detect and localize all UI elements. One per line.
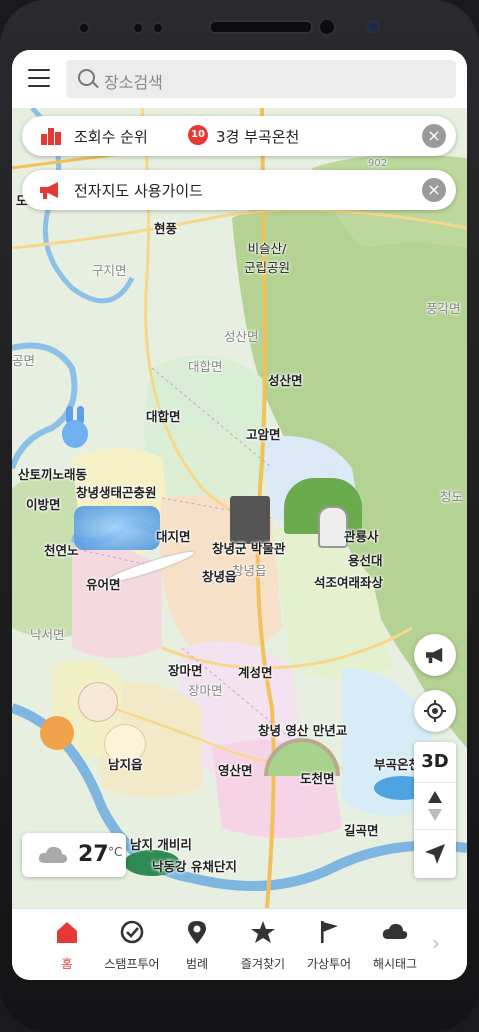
place-label: 창녕읍	[202, 569, 237, 584]
close-icon[interactable]: ×	[422, 124, 446, 148]
insect-museum-illustration[interactable]	[74, 506, 160, 550]
guide-label: 전자지도 사용가이드	[74, 182, 203, 200]
view-ranking-banner[interactable]: 조회수 순위 10 3경 부곡온천 ×	[22, 116, 456, 156]
place-label: 공면	[12, 353, 36, 368]
rabbit-illustration[interactable]	[60, 406, 90, 450]
place-label: 도천면	[300, 771, 335, 786]
front-sensor	[366, 20, 380, 34]
pin-icon	[188, 921, 206, 944]
hamburger-menu-icon[interactable]	[28, 69, 50, 87]
navigation-arrow-icon	[425, 844, 445, 864]
weather-widget[interactable]: 27 °C	[22, 833, 126, 877]
place-label: 대합면	[146, 409, 181, 424]
building-chart-icon	[41, 128, 61, 145]
nav-virtual-tour[interactable]: 가상투어	[296, 919, 362, 975]
place-label: 청도	[440, 489, 464, 504]
ranking-place: 3경 부곡온천	[216, 128, 300, 146]
nav-label: 범례	[185, 957, 209, 971]
place-label: 산토끼노래동	[18, 467, 88, 482]
nav-legend[interactable]: 범례	[164, 919, 230, 975]
place-label: 장마면	[188, 683, 223, 698]
megaphone-icon	[426, 647, 443, 664]
phone-frame: 902 도 현풍 구지면 비슬산/ 군립공원 풍각면 성산면 대합면 성산면 공…	[0, 0, 479, 1032]
onion-character-illustration[interactable]	[40, 716, 74, 750]
app-header: 장소검색	[12, 50, 467, 108]
nav-label: 가상투어	[306, 957, 352, 971]
place-label: 길곡면	[344, 823, 379, 838]
cloud-icon	[382, 923, 408, 939]
place-label: 성산면	[268, 373, 303, 388]
compass-button[interactable]	[414, 830, 456, 878]
nav-label: 홈	[61, 957, 73, 971]
place-label: 풍각면	[426, 301, 461, 316]
museum-building-illustration[interactable]	[230, 496, 270, 544]
nav-label: 해시태그	[372, 957, 418, 971]
place-label: 창녕읍	[232, 563, 267, 578]
ranking-label: 조회수 순위	[74, 128, 148, 146]
place-label: 용선대	[348, 553, 383, 568]
app-screen: 902 도 현풍 구지면 비슬산/ 군립공원 풍각면 성산면 대합면 성산면 공…	[12, 50, 467, 980]
nav-label: 즐겨찾기	[240, 957, 286, 971]
announcement-button[interactable]	[414, 634, 456, 676]
place-label: 영산면	[218, 763, 253, 778]
place-label: 이방면	[26, 497, 61, 512]
crosshair-icon	[424, 700, 446, 722]
place-label: 비슬산/ 군립공원	[244, 241, 291, 275]
tilt-control-button[interactable]	[414, 783, 456, 830]
place-label: 대지면	[156, 529, 191, 544]
search-input[interactable]: 장소검색	[66, 60, 456, 98]
star-icon	[251, 921, 275, 943]
place-label: 천연노	[44, 543, 79, 558]
sensor-dot	[152, 22, 164, 34]
place-label: 유어면	[86, 577, 121, 592]
nav-label: 스탬프투어	[104, 957, 160, 971]
map-view[interactable]: 902 도 현풍 구지면 비슬산/ 군립공원 풍각면 성산면 대합면 성산면 공…	[12, 108, 467, 908]
place-label: 석조여래좌상	[314, 575, 384, 590]
nav-favorites[interactable]: 즐겨찾기	[230, 919, 296, 975]
place-label: 낙서면	[30, 627, 65, 642]
place-label: 현풍	[154, 221, 178, 236]
search-placeholder: 장소검색	[104, 73, 163, 92]
flag-icon	[321, 921, 338, 943]
map-mode-panel: 3D	[414, 742, 456, 878]
close-icon[interactable]: ×	[422, 178, 446, 202]
place-label: 구지면	[92, 263, 127, 278]
road-label: 902	[368, 158, 388, 169]
megaphone-icon	[40, 182, 58, 199]
nav-hashtag[interactable]: 해시태그	[362, 919, 428, 975]
map-guide-banner[interactable]: 전자지도 사용가이드 ×	[22, 170, 456, 210]
front-camera	[318, 18, 336, 36]
place-label: 계성면	[238, 665, 273, 680]
place-label: 낙동강 유채단지	[152, 859, 237, 874]
sensor-dot	[132, 22, 144, 34]
place-label: 창녕군 박물관	[212, 541, 286, 556]
place-label: 남지읍	[108, 757, 143, 772]
nav-home[interactable]: 홈	[34, 919, 100, 975]
place-label: 창녕생태곤충원	[76, 485, 157, 500]
rank-number-badge: 10	[188, 125, 208, 145]
chevron-right-icon[interactable]: ›	[432, 931, 440, 955]
bottom-navigation: 홈 스탬프투어 범례 즐겨찾기 가상투어 해시태그 ›	[12, 908, 467, 980]
nav-stamp-tour[interactable]: 스탬프투어	[99, 919, 165, 975]
temperature-value: 27	[78, 842, 109, 867]
onion-character-illustration[interactable]	[78, 682, 118, 722]
place-label: 대합면	[188, 359, 223, 374]
cloud-icon	[38, 846, 68, 863]
search-icon	[78, 69, 95, 86]
place-label: 고암면	[246, 427, 281, 442]
place-label: 성산면	[224, 329, 259, 344]
place-label: 창녕 영산 만년교	[258, 723, 348, 738]
sensor-dot	[78, 22, 90, 34]
tilt-arrows-icon	[428, 791, 442, 821]
my-location-button[interactable]	[414, 690, 456, 732]
place-label: 관룡사	[344, 529, 379, 544]
place-label: 남지 개비리	[130, 837, 192, 852]
earpiece-speaker	[209, 20, 313, 34]
stamp-icon	[120, 920, 144, 944]
place-label: 장마면	[168, 663, 203, 678]
home-icon	[57, 922, 77, 943]
3d-toggle-button[interactable]: 3D	[414, 742, 456, 783]
temperature-unit: °C	[108, 845, 123, 859]
